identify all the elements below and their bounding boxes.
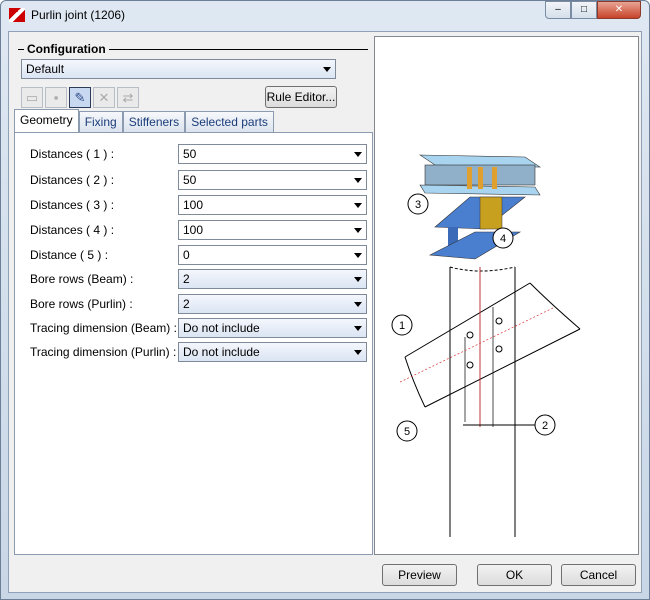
- dialog-window: Purlin joint (1206) – □ ✕ Configuration …: [0, 0, 650, 600]
- field-select[interactable]: 100: [178, 195, 367, 215]
- field-label: Bore rows (Purlin) :: [30, 297, 133, 311]
- chevron-down-icon: [354, 178, 362, 183]
- callout-3: 3: [415, 199, 421, 211]
- minimize-button[interactable]: –: [545, 1, 571, 19]
- field-value: 50: [183, 147, 197, 161]
- callouts: 1 2 3 4 5: [391, 193, 556, 442]
- callout-5: 5: [404, 426, 410, 438]
- cancel-button[interactable]: Cancel: [561, 564, 636, 586]
- field-select[interactable]: 100: [178, 220, 367, 240]
- isometric-joint-illustration: [418, 154, 542, 260]
- configuration-heading: Configuration: [24, 42, 109, 56]
- field-label: Tracing dimension (Purlin) :: [30, 345, 177, 359]
- callout-2: 2: [542, 420, 548, 432]
- callout-4: 4: [500, 233, 506, 245]
- field-select[interactable]: Do not include: [178, 318, 367, 338]
- field-select[interactable]: 2: [178, 294, 367, 314]
- chevron-down-icon: [354, 203, 362, 208]
- field-value: Do not include: [183, 345, 260, 359]
- geometry-tab-page: Distances ( 1 ) : 50 Distances ( 2 ) : 50 Di…: [14, 132, 373, 555]
- new-icon[interactable]: ▭: [21, 87, 43, 108]
- field-select[interactable]: 2: [178, 269, 367, 289]
- field-select[interactable]: Do not include: [178, 342, 367, 362]
- tab-selected-parts[interactable]: Selected parts: [185, 111, 274, 132]
- configuration-value: Default: [26, 62, 65, 76]
- tab-fixing[interactable]: Fixing: [78, 111, 123, 132]
- refresh-icon[interactable]: ⇄: [117, 87, 139, 108]
- field-label: Tracing dimension (Beam) :: [30, 321, 177, 335]
- tab-geometry[interactable]: Geometry: [14, 109, 79, 132]
- field-label: Distances ( 2 ) :: [30, 173, 115, 187]
- rule-editor-button[interactable]: Rule Editor...: [265, 86, 337, 108]
- settings-panel: Configuration Default ▭ ▪ ✎ ✕ ⇄ Rule Edi…: [14, 36, 373, 555]
- app-icon: [9, 8, 25, 22]
- close-button[interactable]: ✕: [597, 1, 641, 19]
- chevron-down-icon: [354, 302, 362, 307]
- preview-button[interactable]: Preview: [382, 564, 457, 586]
- field-value: 2: [183, 272, 190, 286]
- chevron-down-icon: [354, 253, 362, 258]
- ok-button[interactable]: OK: [477, 564, 552, 586]
- field-label: Distances ( 3 ) :: [30, 198, 115, 212]
- chevron-down-icon: [354, 152, 362, 157]
- client-area: Configuration Default ▭ ▪ ✎ ✕ ⇄ Rule Edi…: [8, 31, 642, 593]
- field-select[interactable]: 0: [178, 245, 367, 265]
- field-select[interactable]: 50: [178, 170, 367, 190]
- field-value: 100: [183, 198, 204, 212]
- maximize-button[interactable]: □: [571, 1, 597, 19]
- field-value: 0: [183, 248, 190, 262]
- plan-view-drawing: [399, 266, 581, 537]
- configuration-select[interactable]: Default: [21, 59, 336, 79]
- field-value: 50: [183, 173, 197, 187]
- tab-stiffeners[interactable]: Stiffeners: [122, 111, 186, 132]
- chevron-down-icon: [354, 228, 362, 233]
- field-label: Bore rows (Beam) :: [30, 272, 134, 286]
- field-label: Distance ( 5 ) :: [30, 248, 109, 262]
- delete-icon[interactable]: ✕: [93, 87, 115, 108]
- preview-image: 1 2 3 4 5: [374, 36, 639, 555]
- field-label: Distances ( 4 ) :: [30, 223, 115, 237]
- save-as-icon[interactable]: ✎: [69, 87, 91, 108]
- configuration-group: Configuration: [18, 42, 368, 56]
- chevron-down-icon: [354, 350, 362, 355]
- field-value: 100: [183, 223, 204, 237]
- chevron-down-icon: [354, 277, 362, 282]
- callout-1: 1: [399, 320, 405, 332]
- chevron-down-icon: [354, 326, 362, 331]
- field-value: 2: [183, 297, 190, 311]
- window-title: Purlin joint (1206): [31, 8, 126, 22]
- field-label: Distances ( 1 ) :: [30, 147, 115, 161]
- save-icon[interactable]: ▪: [45, 87, 67, 108]
- field-value: Do not include: [183, 321, 260, 335]
- tab-bar: Geometry Fixing Stiffeners Selected part…: [14, 109, 274, 132]
- chevron-down-icon: [323, 67, 331, 72]
- field-select[interactable]: 50: [178, 144, 367, 164]
- joint-diagram: 1 2 3 4 5: [391, 154, 581, 537]
